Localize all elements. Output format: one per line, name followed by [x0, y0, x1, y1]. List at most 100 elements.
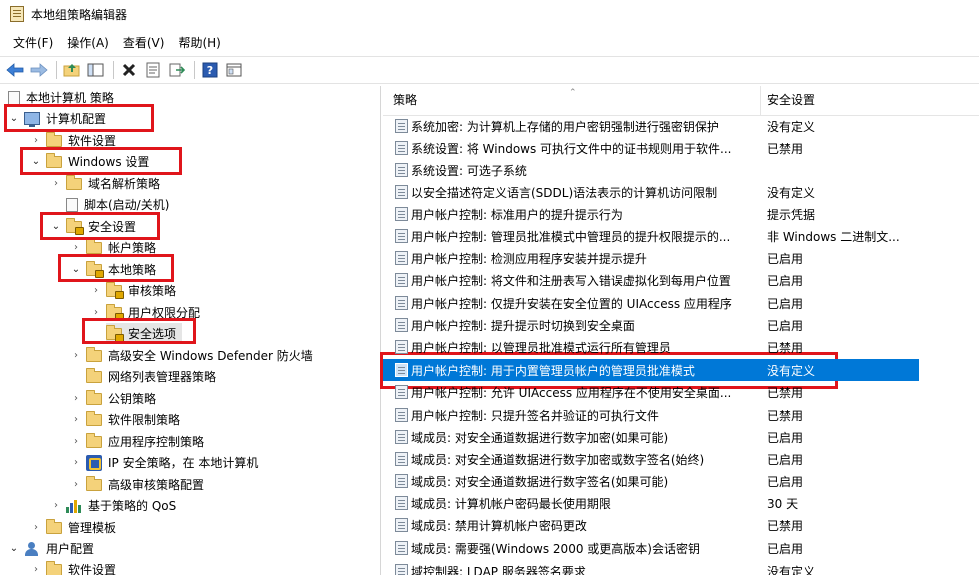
- back-icon[interactable]: [4, 59, 26, 81]
- tree-item-local-computer-policy[interactable]: 本地计算机 策略: [8, 87, 114, 108]
- tree-item-name-resolution-policy[interactable]: › 域名解析策略: [50, 173, 160, 194]
- tree-item-user-rights[interactable]: › 用户权限分配: [90, 302, 200, 323]
- tree-item-label: 网络列表管理器策略: [108, 370, 217, 384]
- table-row[interactable]: 域成员: 对安全通道数据进行数字加密或数字签名(始终) 已启用: [383, 448, 979, 470]
- chevron-down-icon[interactable]: ⌄: [8, 543, 20, 555]
- tree-item-user-software-settings[interactable]: › 软件设置: [30, 559, 116, 575]
- column-divider[interactable]: [760, 86, 761, 116]
- tree-item-account-policies[interactable]: › 帐户策略: [70, 237, 156, 258]
- tree-item-software-settings[interactable]: › 软件设置: [30, 130, 116, 151]
- table-row-selected[interactable]: 用户帐户控制: 用于内置管理员帐户的管理员批准模式 没有定义: [383, 359, 919, 381]
- chevron-right-icon[interactable]: ›: [50, 500, 62, 512]
- tree-item-label: 脚本(启动/关机): [84, 198, 170, 212]
- tree-item-label: 管理模板: [68, 521, 117, 535]
- svg-text:?: ?: [207, 64, 213, 77]
- tree-item-audit-policy[interactable]: › 审核策略: [90, 280, 176, 301]
- policy-setting-value: 已启用: [767, 318, 804, 333]
- table-row[interactable]: 系统设置: 将 Windows 可执行文件中的证书规则用于软件... 已禁用: [383, 137, 979, 159]
- chevron-right-icon[interactable]: ›: [90, 307, 102, 319]
- column-header-policy[interactable]: 策略: [393, 91, 417, 108]
- table-row[interactable]: 系统设置: 可选子系统: [383, 159, 979, 181]
- tree-item-label: 计算机配置: [46, 112, 107, 126]
- chevron-right-icon[interactable]: ›: [70, 457, 82, 469]
- table-row[interactable]: 用户帐户控制: 允许 UIAccess 应用程序在不使用安全桌面... 已禁用: [383, 381, 979, 403]
- window-title: 本地组策略编辑器: [31, 7, 128, 22]
- table-row[interactable]: 用户帐户控制: 仅提升安装在安全位置的 UIAccess 应用程序 已启用: [383, 292, 979, 314]
- help-icon[interactable]: ?: [199, 59, 221, 81]
- delete-icon[interactable]: [118, 59, 140, 81]
- tree-pane: 本地计算机 策略 ⌄ 计算机配置 › 软件设置 ⌄ Windows 设置 › 域…: [0, 86, 381, 575]
- lock-folder-icon: [86, 260, 104, 278]
- export-icon[interactable]: [166, 59, 188, 81]
- tree-item-security-settings[interactable]: ⌄ 安全设置: [50, 216, 136, 237]
- tree-item-security-options[interactable]: 安全选项: [106, 323, 183, 344]
- policy-setting-value: 已启用: [767, 251, 804, 266]
- table-row[interactable]: 用户帐户控制: 只提升签名并验证的可执行文件 已禁用: [383, 404, 979, 426]
- chevron-right-icon[interactable]: ›: [70, 414, 82, 426]
- up-folder-icon[interactable]: [61, 59, 83, 81]
- chevron-down-icon[interactable]: ⌄: [30, 156, 42, 168]
- tree-item-scripts[interactable]: 脚本(启动/关机): [66, 194, 169, 215]
- chevron-right-icon[interactable]: ›: [30, 522, 42, 534]
- table-row[interactable]: 域成员: 对安全通道数据进行数字签名(如果可能) 已启用: [383, 470, 979, 492]
- properties-icon[interactable]: [142, 59, 164, 81]
- table-row[interactable]: 域控制器: LDAP 服务器签名要求 没有定义: [383, 560, 979, 575]
- chevron-down-icon[interactable]: ⌄: [70, 264, 82, 276]
- chevron-right-icon[interactable]: ›: [70, 393, 82, 405]
- view-icon[interactable]: [223, 59, 245, 81]
- policy-list-pane: 策略 ⌃ 安全设置 系统加密: 为计算机上存储的用户密钥强制进行强密钥保护 没有定…: [383, 86, 979, 575]
- chevron-right-icon[interactable]: ›: [50, 178, 62, 190]
- table-row[interactable]: 域成员: 对安全通道数据进行数字加密(如果可能) 已启用: [383, 426, 979, 448]
- policy-setting-value: 已禁用: [767, 385, 804, 400]
- tree-item-computer-config[interactable]: ⌄ 计算机配置: [8, 108, 106, 129]
- table-row[interactable]: 系统加密: 为计算机上存储的用户密钥强制进行强密钥保护 没有定义: [383, 115, 979, 137]
- tree-item-label: 本地策略: [108, 263, 157, 277]
- tree-item-qos[interactable]: › 基于策略的 QoS: [50, 495, 176, 516]
- chevron-right-icon[interactable]: ›: [70, 436, 82, 448]
- table-row[interactable]: 用户帐户控制: 标准用户的提升提示行为 提示凭据: [383, 203, 979, 225]
- chevron-right-icon[interactable]: ›: [70, 350, 82, 362]
- policy-setting-icon: [395, 207, 408, 221]
- tree-item-network-list-policies[interactable]: 网络列表管理器策略: [86, 366, 216, 387]
- table-row[interactable]: 用户帐户控制: 管理员批准模式中管理员的提升权限提示的... 非 Windows …: [383, 225, 979, 247]
- chevron-down-icon[interactable]: ⌄: [8, 113, 20, 125]
- chevron-right-icon[interactable]: ›: [70, 242, 82, 254]
- tree-item-local-policies[interactable]: ⌄ 本地策略: [70, 259, 156, 280]
- policy-setting-value: 已启用: [767, 541, 804, 556]
- tree-item-app-control[interactable]: › 应用程序控制策略: [70, 431, 204, 452]
- folder-icon: [86, 475, 102, 491]
- table-row[interactable]: 域成员: 计算机帐户密码最长使用期限 30 天: [383, 492, 979, 514]
- list-header: 策略 ⌃ 安全设置: [383, 86, 979, 116]
- chevron-right-icon[interactable]: ›: [30, 564, 42, 575]
- tree-item-ip-security[interactable]: › IP 安全策略，在 本地计算机: [70, 452, 258, 473]
- table-row[interactable]: 用户帐户控制: 提升提示时切换到安全桌面 已启用: [383, 314, 979, 336]
- show-tree-icon[interactable]: [85, 59, 107, 81]
- forward-icon[interactable]: [28, 59, 50, 81]
- tree-item-software-restriction[interactable]: › 软件限制策略: [70, 409, 180, 430]
- tree-item-windows-settings[interactable]: ⌄ Windows 设置: [30, 151, 149, 172]
- chevron-right-icon[interactable]: ›: [90, 285, 102, 297]
- menu-file[interactable]: 文件(F): [6, 31, 60, 54]
- table-row[interactable]: 用户帐户控制: 检测应用程序安装并提示提升 已启用: [383, 247, 979, 269]
- policy-setting-icon: [395, 452, 408, 466]
- tree-item-user-config[interactable]: ⌄ 用户配置: [8, 538, 94, 559]
- menu-action[interactable]: 操作(A): [60, 31, 116, 54]
- table-row[interactable]: 以安全描述符定义语言(SDDL)语法表示的计算机访问限制 没有定义: [383, 181, 979, 203]
- chevron-right-icon[interactable]: ›: [70, 479, 82, 491]
- chevron-right-icon[interactable]: ›: [30, 135, 42, 147]
- table-row[interactable]: 域成员: 需要强(Windows 2000 或更高版本)会话密钥 已启用: [383, 537, 979, 559]
- table-row[interactable]: 用户帐户控制: 以管理员批准模式运行所有管理员 已禁用: [383, 336, 979, 358]
- chevron-down-icon[interactable]: ⌄: [50, 221, 62, 233]
- tree-item-public-key-policies[interactable]: › 公钥策略: [70, 388, 156, 409]
- tree-item-label: 安全选项: [128, 327, 177, 341]
- policy-setting-value: 没有定义: [767, 564, 816, 575]
- tree-item-admin-templates[interactable]: › 管理模板: [30, 517, 116, 538]
- menu-help[interactable]: 帮助(H): [171, 31, 227, 54]
- tree-item-defender-firewall[interactable]: › 高级安全 Windows Defender 防火墙: [70, 345, 313, 366]
- tree-item-advanced-audit[interactable]: › 高级审核策略配置: [70, 474, 204, 495]
- script-doc-icon: [66, 197, 78, 212]
- table-row[interactable]: 域成员: 禁用计算机帐户密码更改 已禁用: [383, 514, 979, 536]
- menu-view[interactable]: 查看(V): [116, 31, 172, 54]
- table-row[interactable]: 用户帐户控制: 将文件和注册表写入错误虚拟化到每用户位置 已启用: [383, 269, 979, 291]
- column-header-setting[interactable]: 安全设置: [767, 91, 815, 108]
